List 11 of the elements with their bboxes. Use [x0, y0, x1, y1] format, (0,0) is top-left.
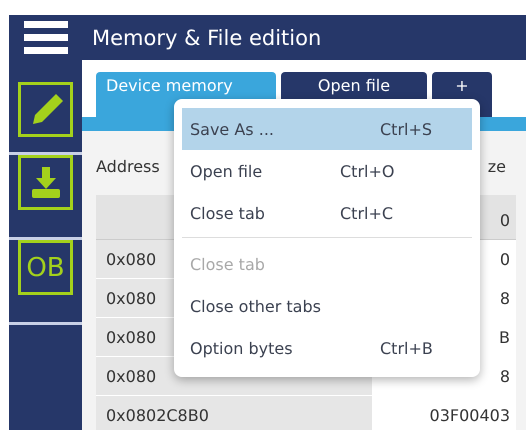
table-cell: 0x0802C8B0	[96, 396, 372, 430]
edit-button[interactable]	[18, 82, 73, 137]
table-cell: 03F00403	[372, 396, 516, 430]
option-bytes-button[interactable]: OB	[18, 240, 73, 295]
address-label: Address	[96, 157, 160, 178]
window-title: Memory & File edition	[91, 24, 322, 52]
size-label: ze	[488, 157, 506, 178]
menu-item[interactable]: Open file Ctrl+O	[182, 150, 472, 192]
menu-icon[interactable]	[24, 20, 68, 56]
download-button[interactable]	[18, 155, 73, 210]
menu-item[interactable]: Save As ... Ctrl+S	[182, 108, 472, 150]
